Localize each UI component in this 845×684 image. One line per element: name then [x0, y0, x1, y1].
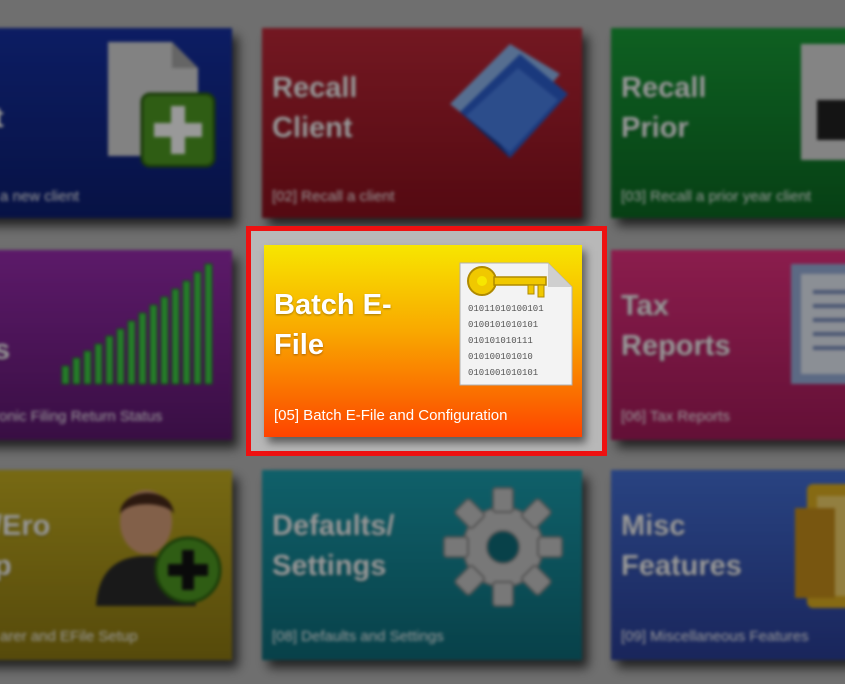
tile-title: Misc Features: [621, 510, 742, 582]
user-add-icon: [96, 490, 222, 606]
tile-caption: arer and EFile Setup: [0, 628, 138, 645]
tile-recall-client[interactable]: Recall Client [02] Recall a client: [262, 28, 582, 218]
tile-efile-status[interactable]: s ronic Filing Return Status: [0, 250, 232, 440]
tile-title: Tax Reports: [621, 290, 731, 362]
tile-title: Batch E- File: [274, 289, 392, 361]
binary-text: 010100101010: [468, 352, 533, 362]
tile-caption: a new client: [0, 188, 80, 205]
tile-preparer-ero-setup[interactable]: /Ero p arer and EFile Setup: [0, 470, 232, 660]
tile-new-client[interactable]: t a new client: [0, 28, 232, 218]
tile-title: Recall Client: [272, 72, 358, 144]
tile-caption: [02] Recall a client: [272, 188, 395, 205]
tile-title: Recall Prior: [621, 72, 707, 144]
binary-text: 0101001010101: [468, 368, 538, 378]
key-document-icon: 01011010100101 0100101010101 01010101011…: [459, 262, 573, 386]
tile-tax-reports[interactable]: Tax Reports [06] Tax Reports: [611, 250, 845, 440]
binary-text: 0100101010101: [468, 320, 538, 330]
tile-caption: ronic Filing Return Status: [0, 408, 163, 425]
binary-text: 010101010111: [468, 336, 533, 346]
tile-title: /Ero p: [0, 510, 51, 582]
gear-icon: [443, 487, 563, 607]
tile-caption: [05] Batch E-File and Configuration: [274, 407, 508, 424]
tile-caption: [06] Tax Reports: [621, 408, 730, 425]
tile-caption: [09] Miscellaneous Features: [621, 628, 809, 645]
tile-caption: [03] Recall a prior year client: [621, 188, 812, 205]
tile-defaults-settings[interactable]: Defaults/ Settings [08] Defaults and Set…: [262, 470, 582, 660]
open-folder-icon: [450, 44, 568, 158]
tile-title: t: [0, 98, 4, 138]
tile-caption: [08] Defaults and Settings: [272, 628, 444, 645]
tile-batch-efile[interactable]: Batch E- File 01011010100101 01001010101…: [264, 245, 582, 437]
tile-title: s: [0, 334, 11, 366]
bar-chart-icon: [61, 263, 213, 385]
document-icon: [801, 44, 845, 160]
tile-recall-prior[interactable]: Recall Prior [03] Recall a prior year cl…: [611, 28, 845, 218]
new-document-plus-icon: [108, 42, 216, 168]
report-icon: [791, 264, 845, 384]
folders-icon: [795, 484, 845, 608]
tile-title: Defaults/ Settings: [272, 510, 395, 582]
binary-text: 01011010100101: [468, 304, 544, 314]
tile-misc-features[interactable]: Misc Features [09] Miscellaneous Feature…: [611, 470, 845, 660]
